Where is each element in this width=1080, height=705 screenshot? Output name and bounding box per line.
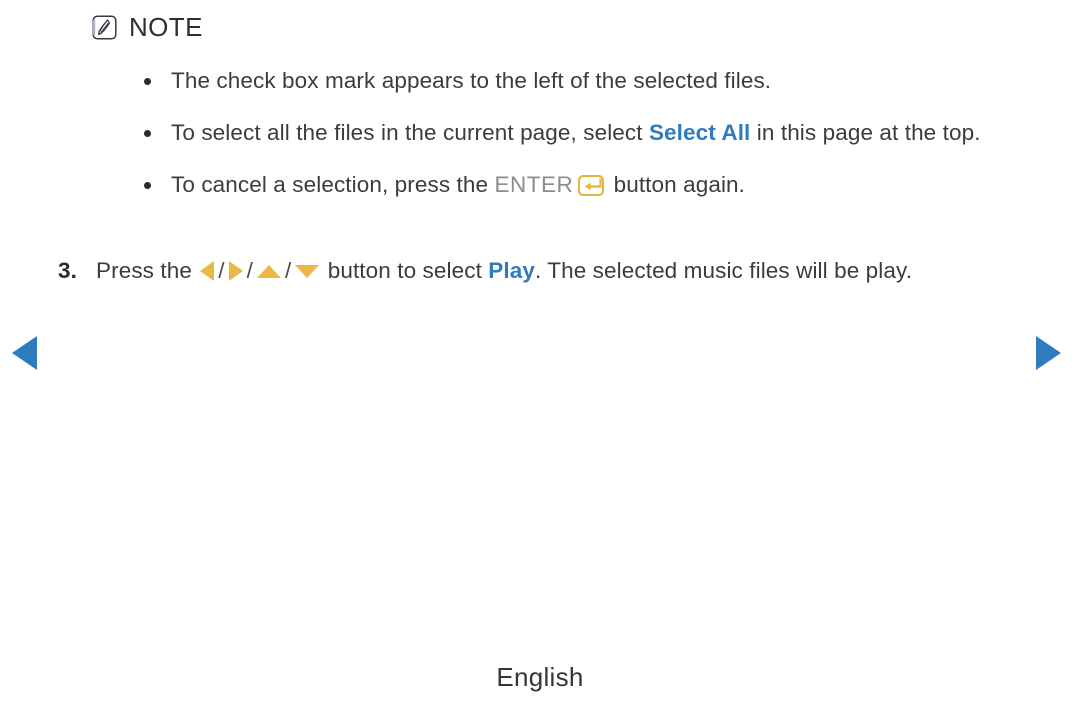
next-page-button[interactable] (1036, 336, 1070, 370)
bullet-text-after: in this page at the top. (750, 120, 981, 145)
separator-slash: / (246, 258, 254, 283)
step-text-before: Press the (96, 258, 199, 283)
manual-page: NOTE The check box mark appears to the l… (0, 0, 1080, 705)
list-item: The check box mark appears to the left o… (140, 62, 1040, 100)
arrow-down-icon (295, 264, 320, 278)
play-keyword[interactable]: Play (488, 258, 535, 283)
note-bullet-list: The check box mark appears to the left o… (140, 62, 1040, 218)
bullet-dot-icon (144, 78, 151, 85)
note-label: NOTE (129, 12, 203, 42)
separator-slash: / (285, 258, 292, 283)
bullet-text-after: button again. (607, 172, 746, 197)
arrow-right-icon (228, 261, 243, 282)
enter-key-icon (578, 175, 605, 196)
note-heading: NOTE (92, 14, 203, 40)
footer-language-label: English (496, 662, 584, 692)
numbered-step-list: 3. Press the / / / button to select Play. T… (58, 252, 1018, 290)
arrow-left-icon (200, 261, 215, 282)
step-text-after: . The selected music files will be play. (534, 258, 913, 283)
bullet-dot-icon (144, 130, 151, 137)
arrow-up-icon (257, 264, 282, 278)
bullet-dot-icon (144, 182, 151, 189)
enter-keyword: ENTER (494, 172, 574, 197)
chevron-left-icon (12, 336, 37, 370)
bullet-text: The check box mark appears to the left o… (171, 68, 772, 93)
note-pen-icon (92, 14, 117, 40)
list-item: To cancel a selection, press the ENTER b… (140, 166, 1040, 204)
step-text-middle: button to select (321, 258, 489, 283)
previous-page-button[interactable] (12, 336, 46, 370)
separator-slash: / (218, 258, 225, 283)
bullet-text-before: To cancel a selection, press the (171, 172, 495, 197)
list-item: To select all the files in the current p… (140, 114, 1040, 152)
select-all-keyword[interactable]: Select All (649, 120, 750, 145)
bullet-text-before: To select all the files in the current p… (171, 120, 649, 145)
list-item: 3. Press the / / / button to select Play. T… (58, 252, 1018, 290)
step-number: 3. (58, 258, 77, 283)
chevron-right-icon (1036, 336, 1061, 370)
